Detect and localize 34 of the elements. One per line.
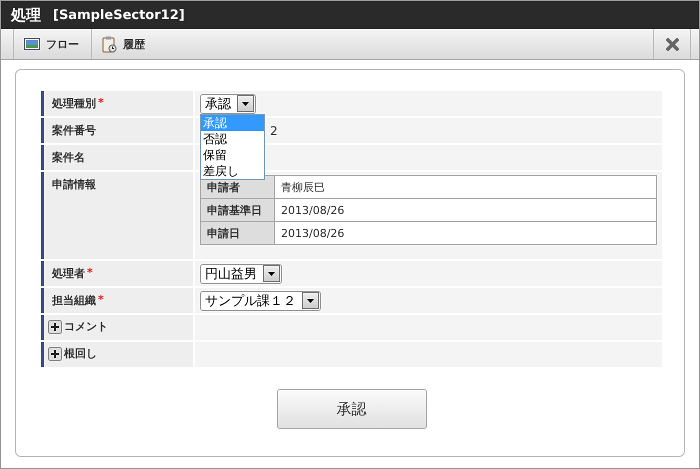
section-toggle[interactable]: 根回し: [48, 346, 97, 361]
clipboard-clock-icon: [102, 36, 117, 52]
table-cell: 青柳辰巳: [274, 176, 656, 198]
caret-icon: [268, 272, 275, 276]
table-cell: 2013/08/26: [274, 198, 656, 222]
table-header-cell: 申請基準日: [200, 198, 274, 222]
picture-icon: [24, 38, 40, 50]
field-label: 申請情報: [52, 177, 96, 192]
close-icon: [666, 38, 678, 50]
field-label: 処理者: [52, 266, 85, 281]
toolbar-button[interactable]: フロー: [13, 29, 91, 59]
window-subtitle: [SampleSector12]: [53, 8, 185, 22]
required-mark: *: [98, 293, 104, 306]
table-cell: 2013/08/26: [274, 222, 656, 244]
dropdown-option[interactable]: 保留: [201, 147, 264, 163]
section-toggle[interactable]: コメント: [48, 319, 108, 334]
window-title: 処理: [11, 6, 41, 24]
field-label: 担当組織: [52, 293, 96, 308]
select-field[interactable]: サンプル課１２: [200, 290, 321, 310]
required-mark: *: [87, 266, 93, 279]
caret-icon: [242, 102, 249, 106]
required-mark: *: [98, 96, 104, 109]
caret-icon: [307, 298, 314, 302]
select-field[interactable]: 円山益男: [200, 264, 282, 284]
field-label: 処理種別: [52, 96, 96, 111]
toolbar-button[interactable]: 履歴: [91, 29, 157, 59]
field-value: 2: [269, 124, 278, 138]
close-button[interactable]: [653, 29, 691, 59]
select-field[interactable]: 承認: [200, 94, 256, 114]
field-label: 案件名: [52, 150, 85, 165]
field-label: 案件番号: [52, 123, 96, 138]
table-header-cell: 申請日: [200, 222, 274, 244]
approve-button[interactable]: 承認: [276, 389, 426, 429]
dropdown-option[interactable]: 否認: [201, 131, 264, 147]
